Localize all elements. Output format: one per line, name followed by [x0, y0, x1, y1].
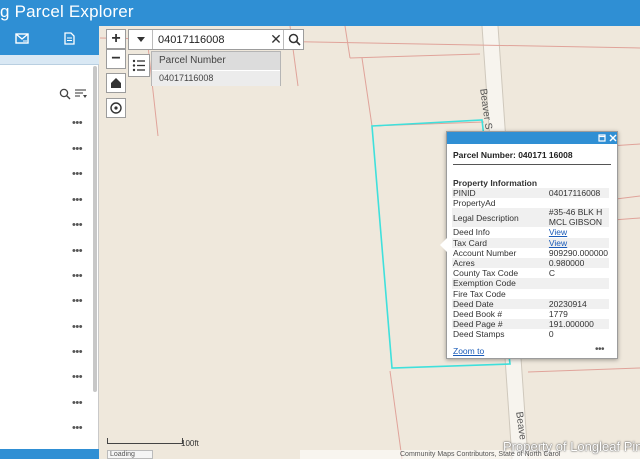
attribute-table: PINID 04017116008 PropertyAd Legal Descr… — [452, 188, 609, 340]
search-icon[interactable] — [59, 88, 71, 100]
locate-icon — [110, 102, 122, 114]
table-row: Deed Book # 1779 — [452, 309, 609, 319]
popup-title: Parcel Number: 040171 16008 — [453, 150, 573, 160]
layer-options-icon[interactable]: ••• — [72, 220, 86, 231]
layer-options-icon[interactable]: ••• — [72, 372, 86, 383]
field-key: Exemption Code — [452, 278, 548, 289]
chevron-down-icon — [137, 37, 145, 42]
filter-list-icon[interactable] — [74, 88, 88, 100]
suggestion-item[interactable]: 04017116008 — [152, 71, 280, 86]
table-row: Legal Description #35-46 BLK H MCL GIBSO… — [452, 208, 609, 228]
table-row: Deed Date 20230914 — [452, 298, 609, 310]
field-key: Deed Page # — [452, 319, 548, 330]
close-icon[interactable] — [609, 134, 617, 142]
zoom-out-button[interactable]: − — [106, 49, 126, 69]
table-row: PINID 04017116008 — [452, 188, 609, 199]
field-value — [548, 289, 609, 299]
panel-toolbar — [0, 26, 99, 55]
home-icon — [111, 78, 121, 88]
deed-info-link[interactable]: View — [549, 227, 567, 237]
parcel-popup: Parcel Number: 040171 16008 Property Inf… — [440, 131, 618, 359]
field-key: Fire Tax Code — [453, 288, 506, 299]
table-row: Exemption Code — [452, 278, 609, 289]
popup-section-title: Property Information — [453, 178, 538, 188]
watermark-text: Property of Longleaf Pin — [503, 439, 640, 454]
layer-options-icon[interactable]: ••• — [72, 246, 86, 257]
field-value: 1779 — [548, 309, 568, 320]
field-value: 0 — [548, 329, 554, 340]
loading-indicator: Loading — [107, 450, 153, 459]
table-row: County Tax Code C — [452, 268, 609, 278]
layer-options-icon[interactable]: ••• — [72, 423, 86, 434]
field-key: Deed Info — [453, 227, 490, 238]
zoom-in-button[interactable]: + — [106, 29, 126, 49]
field-value: 04017116008 — [547, 188, 609, 199]
layer-options-icon[interactable]: ••• — [72, 271, 86, 282]
field-value: 0.980000 — [547, 258, 609, 269]
table-row: Account Number 909290.000000 — [452, 248, 609, 258]
field-key: County Tax Code — [453, 268, 519, 279]
search-widget: ✕ — [128, 29, 304, 50]
clear-search-icon[interactable]: ✕ — [269, 31, 283, 48]
layer-options-icon[interactable]: ••• — [72, 296, 86, 307]
zoom-to-link[interactable]: Zoom to — [453, 346, 484, 356]
table-row: Deed Page # 191.000000 — [452, 319, 609, 330]
table-row: Tax Card View — [452, 237, 609, 248]
more-actions-icon[interactable]: ••• — [595, 344, 605, 355]
scale-label: 100ft — [181, 439, 199, 448]
field-value: 909290.000000 — [548, 247, 608, 258]
field-key: Tax Card — [452, 237, 548, 248]
popup-header-bar — [447, 132, 617, 144]
mail-icon[interactable] — [15, 32, 29, 45]
panel-subbar — [0, 55, 99, 65]
table-row: Deed Info View — [452, 227, 609, 237]
field-value: 20230914 — [547, 298, 609, 310]
list-icon — [132, 59, 145, 72]
table-row: Fire Tax Code — [452, 289, 609, 299]
locate-button[interactable] — [106, 98, 126, 118]
scale-bar — [107, 438, 183, 444]
search-suggestions: Parcel Number 04017116008 — [151, 51, 281, 86]
field-key: Legal Description — [452, 208, 548, 228]
panel-footer — [0, 449, 99, 459]
field-value: C — [548, 268, 556, 279]
layer-options-icon[interactable]: ••• — [72, 144, 86, 155]
home-button[interactable] — [106, 73, 126, 93]
app-header: g Parcel Explorer — [0, 0, 640, 26]
tax-card-link[interactable]: View — [549, 238, 567, 248]
results-list-button[interactable] — [128, 54, 150, 77]
field-value: 191.000000 — [547, 319, 609, 330]
search-input[interactable] — [158, 30, 270, 49]
field-key: Account Number — [453, 247, 517, 258]
app-title: g Parcel Explorer — [0, 2, 134, 21]
layer-options-icon[interactable]: ••• — [72, 347, 86, 358]
layer-options-icon[interactable]: ••• — [72, 195, 86, 206]
maximize-icon[interactable] — [598, 134, 606, 142]
field-value: #35-46 BLK H MCL GIBSON — [547, 208, 609, 228]
popup-pointer — [440, 238, 447, 252]
search-icon — [288, 33, 301, 46]
field-key: Deed Stamps — [453, 329, 505, 340]
layer-options-icon[interactable]: ••• — [72, 169, 86, 180]
suggestion-group-header: Parcel Number — [152, 52, 280, 70]
table-row: Acres 0.980000 — [452, 258, 609, 269]
field-key: Deed Date — [452, 298, 548, 310]
field-key: Acres — [452, 258, 548, 269]
document-icon[interactable] — [62, 32, 76, 45]
field-key: PINID — [452, 188, 548, 199]
popup-divider — [453, 164, 611, 165]
field-key: Deed Book # — [453, 309, 503, 320]
layer-panel: ••• ••• ••• ••• ••• ••• ••• ••• ••• ••• … — [0, 26, 99, 459]
search-button[interactable] — [283, 30, 304, 49]
search-source-dropdown[interactable] — [129, 30, 153, 49]
layer-options-icon[interactable]: ••• — [72, 118, 86, 129]
field-key: PropertyAd — [453, 198, 496, 209]
panel-scrollbar[interactable] — [93, 66, 97, 392]
layer-options-icon[interactable]: ••• — [72, 398, 86, 409]
table-row: Deed Stamps 0 — [452, 329, 609, 339]
layer-options-icon[interactable]: ••• — [72, 322, 86, 333]
panel-tools — [0, 84, 96, 104]
field-value — [547, 278, 609, 289]
